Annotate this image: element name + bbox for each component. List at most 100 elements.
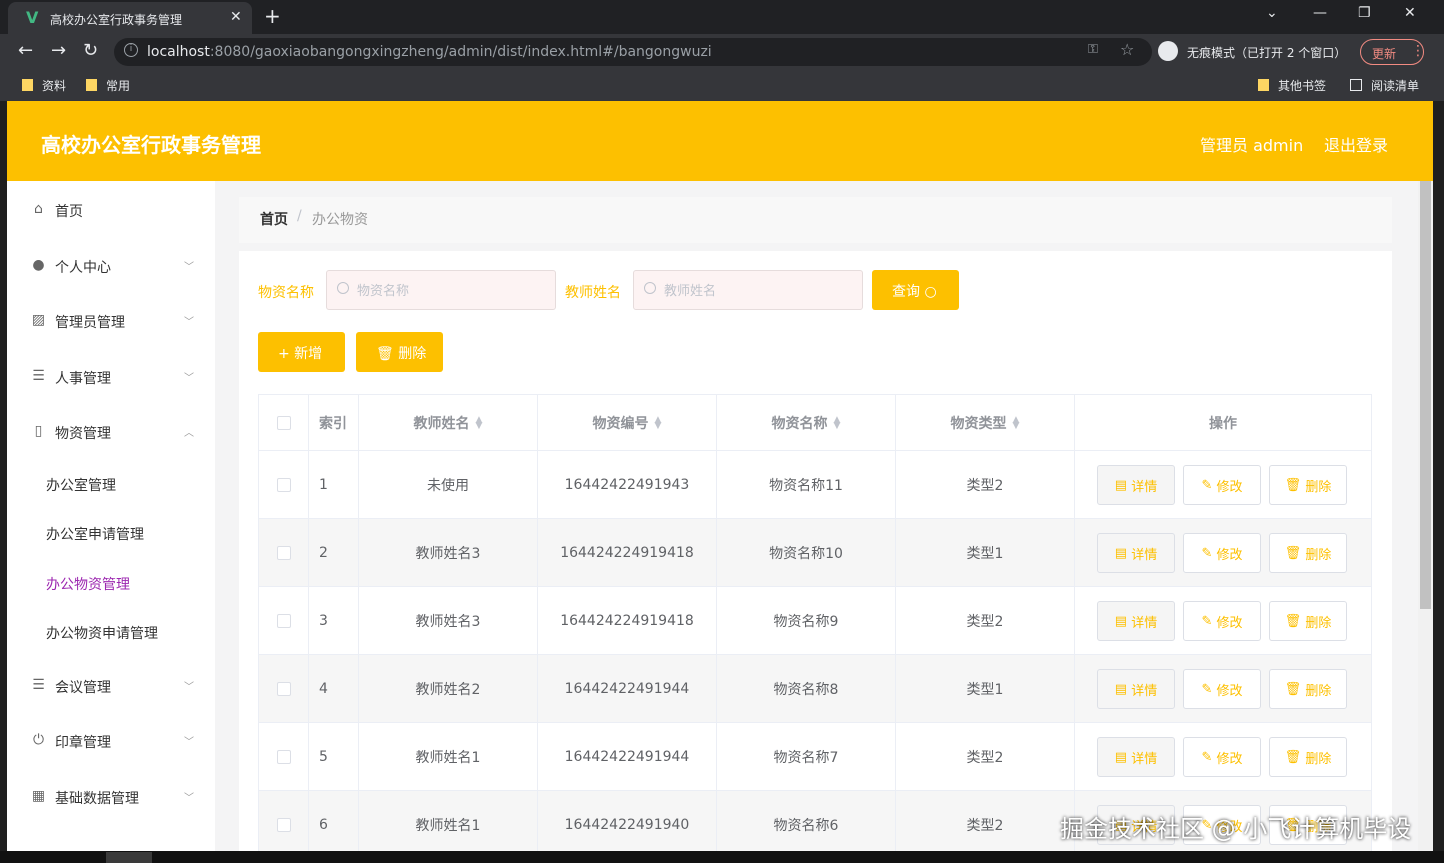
table-row: 5 教师姓名1 16442422491944 物资名称7 类型2 ▤ 详情 ✎ 修改 🗑 删除 (259, 723, 1372, 791)
column-header-teacher[interactable]: 教师姓名 ▲ ▼ (359, 395, 538, 450)
search-input-name-box[interactable] (326, 270, 556, 310)
sidebar-item-home[interactable]: ⌂ 首页 (7, 190, 215, 230)
add-button[interactable]: + 新增 (258, 332, 345, 372)
edit-button[interactable]: ✎ 修改 (1183, 465, 1261, 505)
detail-button[interactable]: ▤ 详情 (1097, 737, 1175, 777)
tab-title: 高校办公室行政事务管理 (50, 13, 183, 27)
column-header-name[interactable]: 物资名称 ▲ ▼ (717, 395, 896, 450)
tab-search-icon[interactable]: ⌄ (1266, 5, 1278, 21)
edit-button[interactable]: ✎ 修改 (1183, 737, 1261, 777)
sort-icon[interactable]: ▲ ▼ (834, 415, 841, 430)
cell-code: 16442422491944 (538, 723, 717, 790)
search-input-teacher-box[interactable] (633, 270, 863, 310)
row-checkbox[interactable] (276, 545, 291, 560)
bookmark-folder-ziliao[interactable]: 资料 (22, 77, 66, 94)
restore-icon[interactable]: ❐ (1358, 5, 1371, 21)
forward-icon[interactable]: → (51, 40, 66, 61)
window-close-icon[interactable]: ✕ (1404, 5, 1416, 21)
vue-logo-icon: V (26, 8, 39, 27)
sidebar-item-meeting[interactable]: ☰ 会议管理 ﹀ (7, 666, 215, 706)
detail-button[interactable]: ▤ 详情 (1097, 669, 1175, 709)
chevron-down-icon: ﹀ (184, 793, 194, 804)
breadcrumb: 首页 / 办公物资 (239, 197, 1392, 243)
query-button[interactable]: 查询 ○ (872, 270, 959, 310)
row-checkbox[interactable] (276, 477, 291, 492)
cell-index: 3 (309, 587, 359, 654)
column-header-index: 索引 (309, 395, 359, 450)
sidebar-item-hr[interactable]: ☰ 人事管理 ﹀ (7, 357, 215, 397)
update-button[interactable]: 更新 ⋮ (1360, 39, 1425, 65)
sort-icon[interactable]: ▲ ▼ (476, 415, 483, 430)
new-tab-icon[interactable]: + (264, 4, 281, 28)
cell-index: 1 (309, 451, 359, 518)
search-icon (337, 282, 349, 294)
batch-delete-button[interactable]: 🗑 删除 (356, 332, 443, 372)
cell-name: 物资名称9 (717, 587, 896, 654)
back-icon[interactable]: ← (18, 40, 33, 61)
delete-button[interactable]: 🗑 删除 (1269, 737, 1347, 777)
cell-actions: ▤ 详情 ✎ 修改 🗑 删除 (1075, 587, 1372, 654)
browser-tab[interactable]: V 高校办公室行政事务管理 ✕ (8, 2, 252, 34)
other-bookmarks[interactable]: 其他书签 (1258, 77, 1326, 94)
column-header-type[interactable]: 物资类型 ▲ ▼ (896, 395, 1075, 450)
reading-list[interactable]: 阅读清单 (1350, 77, 1419, 94)
sidebar: ⌂ 首页 ● 个人中心 ﹀ ▨ 管理员管理 ﹀ ☰ 人事管理 ﹀ ▯ 物资管理 … (7, 181, 215, 851)
search-input-teacher[interactable] (664, 281, 854, 301)
row-checkbox[interactable] (276, 613, 291, 628)
logout-link[interactable]: 退出登录 (1324, 132, 1388, 156)
detail-button[interactable]: ▤ 详情 (1097, 465, 1175, 505)
menu-dots-icon[interactable]: ⋮ (1411, 43, 1425, 59)
sidebar-item-basedata[interactable]: ▦ 基础数据管理 ﹀ (7, 777, 215, 817)
cell-index: 6 (309, 791, 359, 851)
key-icon[interactable]: ⚿ (1088, 42, 1098, 57)
delete-button[interactable]: 🗑 删除 (1269, 669, 1347, 709)
taskbar (0, 851, 1444, 863)
address-bar[interactable]: i localhost:8080/gaoxiaobangongxingzheng… (114, 38, 1152, 66)
sort-icon[interactable]: ▲ ▼ (1013, 415, 1020, 430)
taskbar-item[interactable] (106, 852, 152, 863)
sort-icon[interactable]: ▲ ▼ (655, 415, 662, 430)
tab-close-icon[interactable]: ✕ (230, 9, 242, 25)
url-text[interactable]: localhost:8080/gaoxiaobangongxingzheng/a… (147, 44, 712, 60)
sidebar-subitem-office[interactable]: 办公室管理 (7, 466, 215, 502)
detail-button[interactable]: ▤ 详情 (1097, 601, 1175, 641)
home-icon: ⌂ (34, 201, 43, 217)
row-checkbox[interactable] (276, 749, 291, 764)
sidebar-item-seal[interactable]: ⏻ 印章管理 ﹀ (7, 721, 215, 761)
select-all-checkbox[interactable] (276, 415, 291, 430)
cell-code: 164424224919418 (538, 519, 717, 586)
delete-button[interactable]: 🗑 删除 (1269, 533, 1347, 573)
cell-code: 164424224919418 (538, 587, 717, 654)
trash-icon: 🗑 (1284, 749, 1302, 765)
edit-button[interactable]: ✎ 修改 (1183, 669, 1261, 709)
sidebar-subitem-office-apply[interactable]: 办公室申请管理 (7, 515, 215, 551)
search-icon: ○ (924, 284, 937, 300)
detail-button[interactable]: ▤ 详情 (1097, 533, 1175, 573)
row-checkbox[interactable] (276, 681, 291, 696)
bookmark-star-icon[interactable]: ☆ (1120, 40, 1134, 59)
search-input-name[interactable] (357, 281, 547, 301)
minimize-icon[interactable]: — (1313, 5, 1327, 21)
cell-name: 物资名称6 (717, 791, 896, 851)
sidebar-item-personal[interactable]: ● 个人中心 ﹀ (7, 246, 215, 286)
edit-button[interactable]: ✎ 修改 (1183, 601, 1261, 641)
cell-type: 类型1 (896, 519, 1075, 586)
site-info-icon[interactable]: i (124, 43, 138, 57)
sidebar-item-supplies[interactable]: ▯ 物资管理 ︿ (7, 412, 215, 452)
document-icon: ▤ (1114, 477, 1128, 493)
delete-button[interactable]: 🗑 删除 (1269, 465, 1347, 505)
scrollbar-thumb[interactable] (1420, 181, 1431, 609)
sidebar-subitem-office-supplies[interactable]: 办公物资管理 (7, 565, 215, 601)
cell-actions: ▤ 详情 ✎ 修改 🗑 删除 (1075, 655, 1372, 722)
column-header-code[interactable]: 物资编号 ▲ ▼ (538, 395, 717, 450)
sidebar-item-admin[interactable]: ▨ 管理员管理 ﹀ (7, 301, 215, 341)
delete-button[interactable]: 🗑 删除 (1269, 601, 1347, 641)
edit-button[interactable]: ✎ 修改 (1183, 533, 1261, 573)
bookmark-folder-changyong[interactable]: 常用 (86, 77, 130, 94)
sidebar-subitem-supplies-apply[interactable]: 办公物资申请管理 (7, 614, 215, 650)
trash-icon: 🗑 (1284, 613, 1302, 629)
reload-icon[interactable]: ↻ (83, 40, 98, 61)
breadcrumb-home[interactable]: 首页 (260, 209, 288, 229)
row-checkbox[interactable] (276, 817, 291, 832)
cell-type: 类型2 (896, 587, 1075, 654)
